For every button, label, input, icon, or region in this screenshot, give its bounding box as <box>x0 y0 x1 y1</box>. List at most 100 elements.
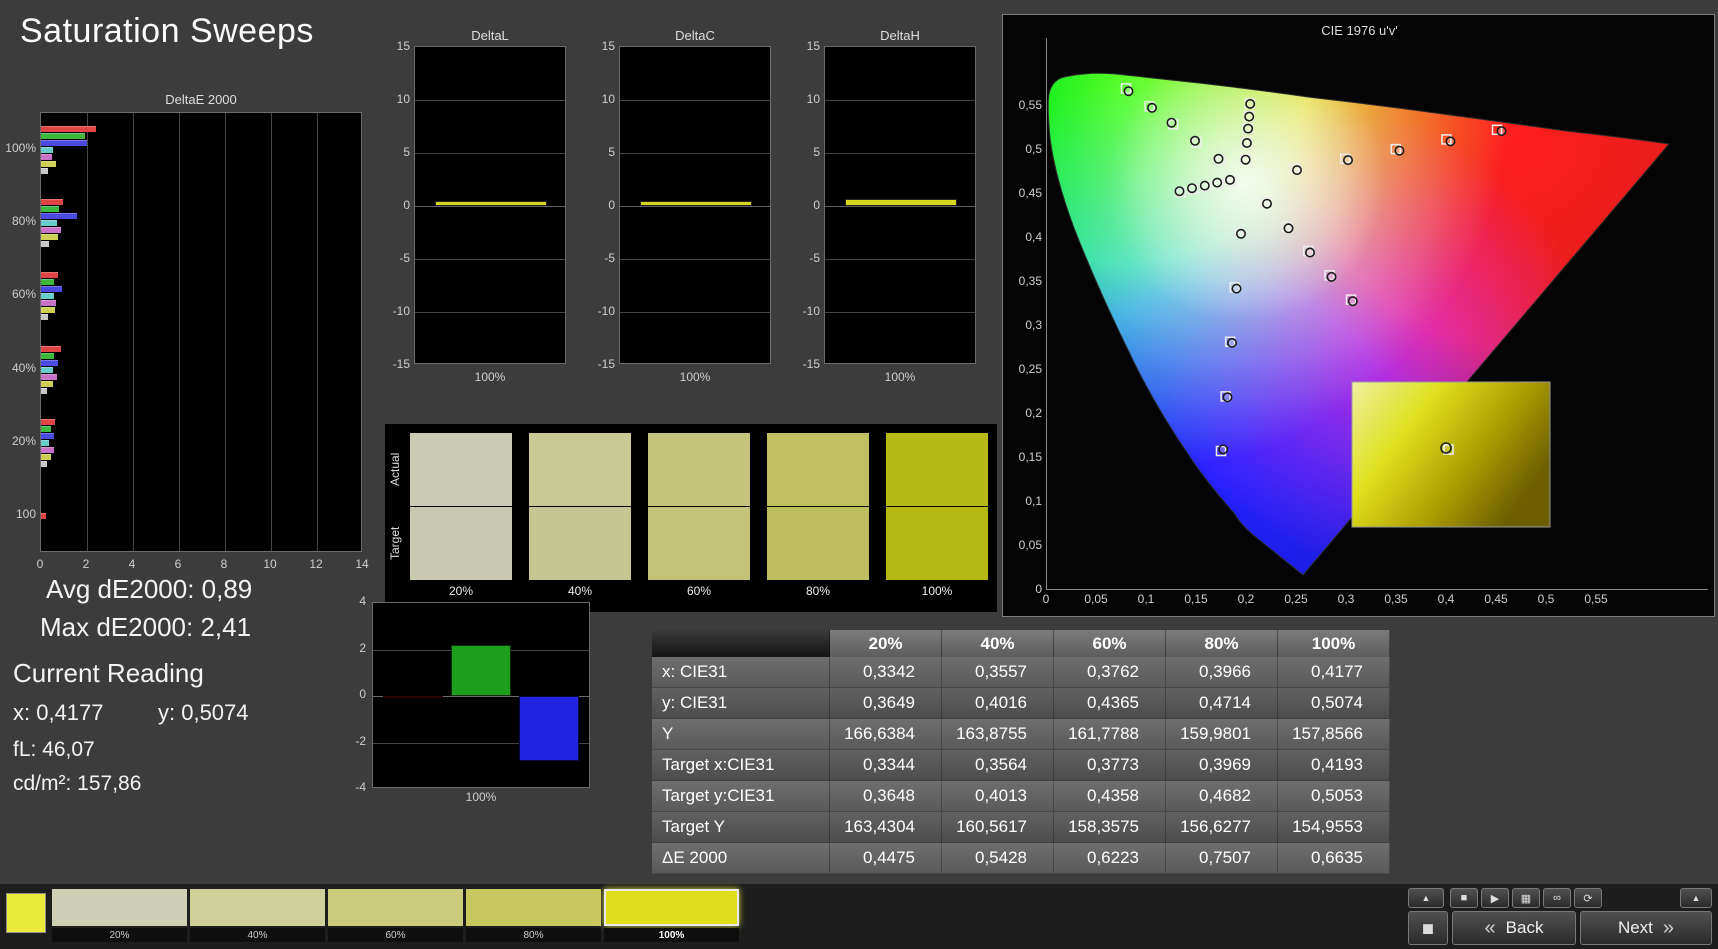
deltae-gridline <box>87 113 88 551</box>
cie-x-tick: 0,45 <box>1484 592 1508 606</box>
delta-y-tick: -15 <box>392 357 410 371</box>
avg-de2000-readout: Avg dE2000: 0,89 <box>46 574 253 604</box>
saturation-level-swatch[interactable] <box>466 889 601 926</box>
delta-y-tick: 0 <box>403 198 410 212</box>
deltae-bar <box>41 366 53 373</box>
table-header-cell: 20% <box>830 630 942 657</box>
deltae-bar <box>41 419 55 425</box>
swatch-label: 40% <box>567 584 593 598</box>
delta-gridline <box>825 100 975 101</box>
table-cell: 160,5617 <box>942 812 1054 842</box>
rgb-balance-plot <box>372 602 590 788</box>
deltae-bar <box>41 440 49 446</box>
table-header-cell: 80% <box>1166 630 1278 657</box>
saturation-level-swatch[interactable] <box>604 889 739 926</box>
swatch-target <box>648 507 750 580</box>
cie-x-tick: 0,5 <box>1537 592 1555 606</box>
table-row-label: Target x:CIE31 <box>652 750 830 780</box>
cie-y-tick: 0,15 <box>1018 450 1042 464</box>
pattern-button[interactable]: ▦ <box>1512 888 1540 908</box>
deltae-gridline <box>271 113 272 551</box>
delta-y-tick: 15 <box>601 39 615 53</box>
cie-x-tick: 0,3 <box>1337 592 1355 606</box>
continuous-button[interactable]: ∞ <box>1543 888 1571 908</box>
cie-measured-marker-red <box>1342 155 1353 166</box>
deltae-x-tick: 4 <box>128 557 136 571</box>
cie-y-tick: 0,55 <box>1018 98 1042 112</box>
deltae-bar <box>41 373 58 380</box>
cie-measured-marker-blue <box>1222 392 1233 403</box>
delta-gridline <box>825 153 975 154</box>
cie-x-tick: 0,2 <box>1237 592 1255 606</box>
table-cell: 0,4714 <box>1166 688 1278 718</box>
deltae-bar <box>41 220 58 226</box>
deltae-x-tick: 12 <box>309 557 323 571</box>
delta-gridline <box>620 153 770 154</box>
target-row-label: Target <box>388 526 402 561</box>
next-button[interactable]: Next » <box>1580 911 1712 945</box>
table-cell: 0,5428 <box>942 843 1054 873</box>
table-cell: 161,7788 <box>1054 719 1166 749</box>
deltae-bar <box>41 352 54 359</box>
cie-plot <box>1046 38 1708 590</box>
back-button[interactable]: « Back <box>1452 911 1576 945</box>
cie-measured-marker-magenta <box>1347 296 1358 307</box>
table-cell: 163,8755 <box>942 719 1054 749</box>
refresh-button[interactable]: ⟳ <box>1574 888 1602 908</box>
table-cell: 0,4013 <box>942 781 1054 811</box>
cie-diagram-svg <box>1046 38 1708 590</box>
cie-measured-marker-green <box>1166 117 1177 128</box>
table-cell: 0,3648 <box>830 781 942 811</box>
deltae-chart-title: DeltaE 2000 <box>165 92 237 107</box>
saturation-level-swatch[interactable] <box>190 889 325 926</box>
saturation-level-swatch[interactable] <box>52 889 187 926</box>
current-x-readout: x: 0,4177 <box>13 700 104 725</box>
panel-expand-left-button[interactable]: ▲ <box>1408 888 1444 908</box>
deltae-bar <box>41 454 52 460</box>
rgb-bar-red <box>383 696 443 698</box>
deltae-bar <box>41 132 86 139</box>
table-cell: 0,7507 <box>1166 843 1278 873</box>
delta-gridline <box>620 259 770 260</box>
cie-measured-marker-magenta <box>1326 271 1337 282</box>
delta-value-bar <box>845 199 957 206</box>
cie-measured-marker-red <box>1496 126 1507 137</box>
saturation-swatch-label: 100% <box>604 928 739 942</box>
fl-readout: fL: 46,07 <box>13 738 95 761</box>
delta-x-label: 100% <box>679 370 711 384</box>
delta-gridline <box>415 259 565 260</box>
table-cell: 0,4358 <box>1054 781 1166 811</box>
stop-button[interactable]: ■ <box>1450 888 1478 908</box>
cie-x-tick: 0,1 <box>1137 592 1155 606</box>
deltae-bar <box>41 125 97 132</box>
current-reading-heading: Current Reading <box>13 658 204 688</box>
delta-gridline <box>825 259 975 260</box>
cie-measured-marker-green <box>1213 153 1224 164</box>
cie-chart-title: CIE 1976 u'v' <box>1321 23 1398 38</box>
back-chevron-icon: « <box>1484 916 1496 939</box>
table-header-cell: 60% <box>1054 630 1166 657</box>
delta-x-label: 100% <box>884 370 916 384</box>
deltae-bar <box>41 227 61 233</box>
play-button[interactable]: ▶ <box>1481 888 1509 908</box>
delta-chart-plot <box>824 46 976 364</box>
cie-measured-marker-blue <box>1236 228 1247 239</box>
cie-x-tick: 0,4 <box>1437 592 1455 606</box>
table-row: Target y:CIE31 0,3648 0,4013 0,4358 0,4682 0,… <box>652 781 1390 812</box>
table-row: Y 166,6384 163,8755 161,7788 159,9801 157,856… <box>652 719 1390 750</box>
pattern-window-button[interactable]: ◼ <box>1408 911 1448 945</box>
table-header-cell <box>652 630 830 657</box>
deltae-x-tick: 2 <box>82 557 90 571</box>
cdm2-readout: cd/m²: 157,86 <box>13 772 142 795</box>
panel-expand-right-button[interactable]: ▲ <box>1680 888 1712 908</box>
cie-measured-marker-blue <box>1231 283 1242 294</box>
table-cell: 158,3575 <box>1054 812 1166 842</box>
saturation-level-swatch[interactable] <box>328 889 463 926</box>
table-cell: 157,8566 <box>1278 719 1390 749</box>
cie-inset-zoom <box>1351 381 1551 528</box>
current-color-indicator <box>6 893 46 933</box>
deltae-bar <box>41 293 54 300</box>
deltae-bar <box>41 279 55 286</box>
table-row-label: ΔE 2000 <box>652 843 830 873</box>
rgb-y-tick: -2 <box>355 733 366 748</box>
